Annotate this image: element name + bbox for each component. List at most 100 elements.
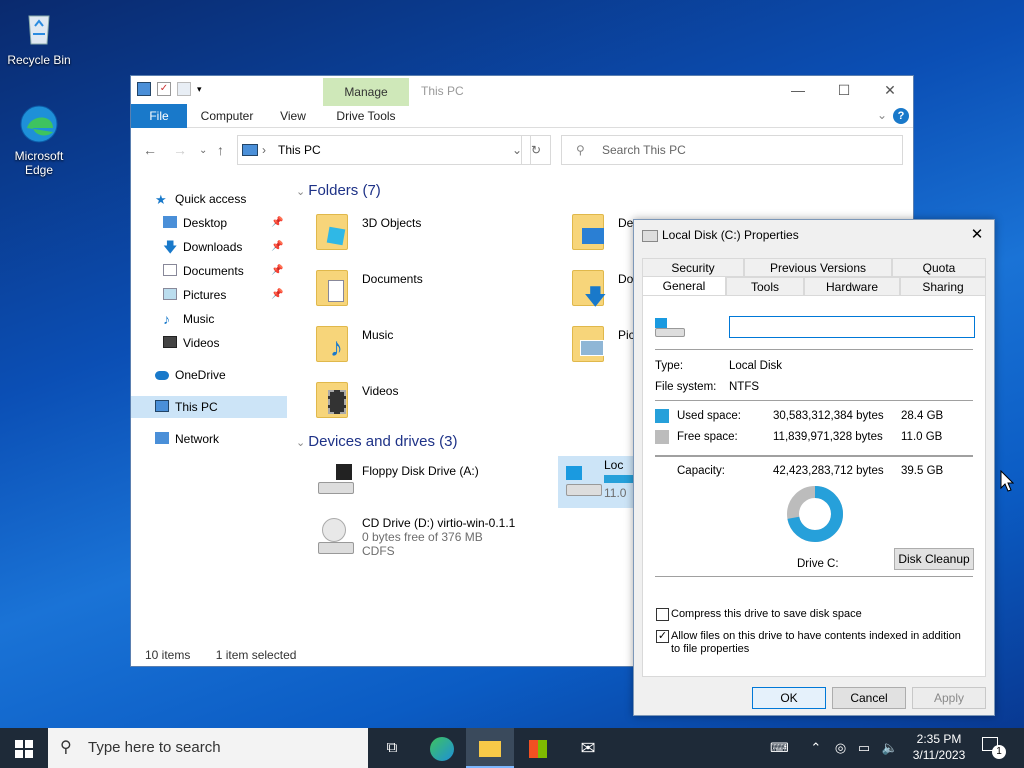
start-button[interactable] xyxy=(0,728,48,768)
type-value: Local Disk xyxy=(729,360,783,372)
folder-3d-objects[interactable]: 3D Objects xyxy=(314,208,421,252)
ribbon-expand-icon[interactable]: ⌄ xyxy=(877,108,887,122)
index-label: Allow files on this drive to have conten… xyxy=(671,630,961,655)
ok-button[interactable]: OK xyxy=(752,687,826,709)
refresh-button[interactable]: ↻ xyxy=(521,135,551,165)
tab-tools[interactable]: Tools xyxy=(726,277,804,296)
divider xyxy=(655,455,973,457)
search-box[interactable]: ⚲ Search This PC xyxy=(561,135,903,165)
device-cd-drive[interactable]: CD Drive (D:) virtio-win-0.1.1 0 bytes f… xyxy=(314,516,515,560)
cancel-button[interactable]: Cancel xyxy=(832,687,906,709)
manage-contextual-tab[interactable]: Manage xyxy=(323,78,409,106)
show-hidden-icons-icon[interactable]: ⌃ xyxy=(810,740,821,755)
capacity-bytes: 42,423,283,712 bytes xyxy=(773,465,884,477)
task-view-button[interactable]: ⧉ xyxy=(368,728,416,768)
compress-checkbox[interactable] xyxy=(656,608,669,621)
tab-computer[interactable]: Computer xyxy=(195,104,259,128)
document-icon xyxy=(163,264,177,276)
up-button[interactable]: ↑ xyxy=(217,142,224,158)
folder-videos[interactable]: Videos xyxy=(314,376,398,420)
nav-pictures[interactable]: Pictures xyxy=(163,284,226,306)
mail-taskbar-icon[interactable]: ✉ xyxy=(564,728,612,768)
nav-quick-access[interactable]: ★ Quick access xyxy=(155,188,246,210)
taskbar-search-placeholder: Type here to search xyxy=(88,739,221,756)
maximize-button[interactable]: ☐ xyxy=(821,76,867,104)
windows-drive-icon xyxy=(655,318,685,338)
nav-onedrive[interactable]: OneDrive xyxy=(155,364,226,386)
forward-button[interactable]: → xyxy=(173,142,187,158)
address-bar[interactable]: › This PC ⌄ xyxy=(237,135,531,165)
taskbar-search-box[interactable]: ⚲ Type here to search xyxy=(48,728,368,768)
clock-date: 3/11/2023 xyxy=(912,748,966,762)
cd-drive-fs: CDFS xyxy=(362,544,395,558)
store-taskbar-icon[interactable] xyxy=(514,728,562,768)
tab-general[interactable]: General xyxy=(642,276,726,296)
used-swatch xyxy=(655,409,669,423)
tab-hardware[interactable]: Hardware xyxy=(804,277,900,296)
edge-taskbar-icon[interactable] xyxy=(418,728,466,768)
devices-group-header[interactable]: ⌄ Devices and drives (3) xyxy=(296,433,458,450)
input-indicator-icon[interactable]: ⌨ xyxy=(770,740,789,755)
folder-downloads[interactable]: 🡇 Dov xyxy=(570,264,639,309)
dialog-close-button[interactable]: ✕ xyxy=(966,224,988,246)
compress-label: Compress this drive to save disk space xyxy=(671,608,862,620)
customize-qat-icon[interactable]: ▾ xyxy=(197,82,211,96)
apply-button[interactable]: Apply xyxy=(912,687,986,709)
disk-cleanup-button[interactable]: Disk Cleanup xyxy=(894,548,974,570)
properties-qat-icon[interactable]: ✓ xyxy=(157,82,171,96)
network-tray-icon[interactable]: ▭ xyxy=(858,740,870,755)
star-icon: ★ xyxy=(155,192,167,207)
device-floppy[interactable]: Floppy Disk Drive (A:) xyxy=(314,460,479,504)
folders-group-header[interactable]: ⌄ Folders (7) xyxy=(296,182,381,199)
clock[interactable]: 2:35 PM 3/11/2023 xyxy=(906,731,972,763)
folder-pictures[interactable]: Pict xyxy=(570,320,638,364)
tab-file[interactable]: File xyxy=(131,104,187,128)
music-note-icon: ♪ xyxy=(163,311,170,327)
tab-previous-versions[interactable]: Previous Versions xyxy=(744,258,892,277)
nav-documents[interactable]: Documents xyxy=(163,260,244,282)
back-button[interactable]: ← xyxy=(143,142,157,158)
nav-music[interactable]: ♪ Music xyxy=(163,308,214,330)
edge-icon xyxy=(430,736,454,761)
volume-muted-icon[interactable]: 🔈 xyxy=(882,740,898,755)
folder-music[interactable]: ♪ Music xyxy=(314,320,393,364)
recent-locations-button[interactable]: ⌄ xyxy=(199,145,207,156)
folder-desktop[interactable]: Des xyxy=(570,208,639,252)
network-icon xyxy=(155,432,169,444)
help-icon[interactable]: ? xyxy=(893,108,909,124)
film-icon xyxy=(163,336,177,348)
pin-icon: 📌 xyxy=(271,241,284,252)
system-tray: ⌨ ⌃ ◎ ▭ 🔈 xyxy=(770,728,898,768)
nav-network[interactable]: Network xyxy=(155,428,219,450)
edge-shortcut-icon[interactable]: Microsoft Edge xyxy=(4,104,74,177)
recycle-bin-icon[interactable]: Recycle Bin xyxy=(4,8,74,67)
nav-downloads[interactable]: 🡇 Downloads xyxy=(163,236,242,258)
volume-label-input[interactable] xyxy=(729,316,975,338)
file-explorer-taskbar-icon[interactable] xyxy=(466,728,514,768)
action-center-button[interactable]: 1 xyxy=(982,737,1006,759)
divider xyxy=(655,576,973,577)
device-local-disk[interactable]: Loc 11.0 xyxy=(558,456,638,508)
clock-time: 2:35 PM xyxy=(916,732,962,746)
meet-now-icon[interactable]: ◎ xyxy=(835,740,846,755)
close-button[interactable]: ✕ xyxy=(867,76,913,104)
ribbon-tabs: File Computer View Drive Tools ⌄ ? xyxy=(131,104,913,128)
nav-this-pc[interactable]: This PC xyxy=(131,396,287,418)
minimize-button[interactable]: — xyxy=(775,76,821,104)
nav-desktop[interactable]: Desktop xyxy=(163,212,227,234)
tab-quota[interactable]: Quota xyxy=(892,258,986,277)
index-checkbox[interactable]: ✓ xyxy=(656,630,669,643)
divider xyxy=(655,400,973,401)
new-folder-qat-icon[interactable] xyxy=(177,82,191,96)
search-placeholder: Search This PC xyxy=(602,143,686,157)
folder-documents[interactable]: Documents xyxy=(314,264,423,308)
cd-drive-icon xyxy=(314,516,354,560)
breadcrumb-chevron-icon[interactable]: › xyxy=(262,136,266,164)
tab-security[interactable]: Security xyxy=(642,258,744,277)
nav-videos[interactable]: Videos xyxy=(163,332,219,354)
edge-glyph xyxy=(20,105,58,143)
tab-sharing[interactable]: Sharing xyxy=(900,277,986,296)
tab-drive-tools[interactable]: Drive Tools xyxy=(323,104,409,128)
address-text: This PC xyxy=(278,143,321,157)
tab-view[interactable]: View xyxy=(273,104,313,128)
